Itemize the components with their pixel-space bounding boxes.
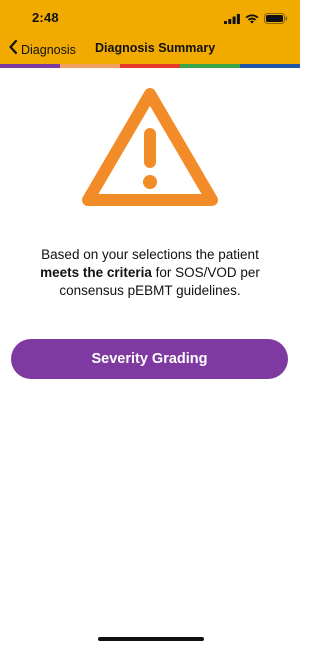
- warning-triangle-icon: [80, 86, 220, 208]
- battery-icon: [264, 11, 288, 29]
- color-strip-segment: [180, 64, 240, 68]
- back-button[interactable]: Diagnosis: [8, 39, 76, 60]
- message-emphasis: meets the criteria: [40, 265, 152, 280]
- color-strip-segment: [120, 64, 180, 68]
- header: 2:48 Diagnosis Diagnosis Summary: [0, 0, 300, 64]
- severity-grading-button[interactable]: Severity Grading: [11, 339, 288, 379]
- status-icons: [224, 11, 288, 29]
- wifi-icon: [245, 11, 259, 29]
- status-bar: 2:48: [0, 0, 300, 34]
- home-indicator[interactable]: [98, 637, 204, 641]
- status-time: 2:48: [32, 10, 59, 25]
- page-title: Diagnosis Summary: [95, 41, 216, 55]
- cellular-signal-icon: [224, 11, 240, 29]
- nav-bar: Diagnosis Diagnosis Summary: [0, 34, 300, 64]
- color-strip-segment: [60, 64, 120, 68]
- diagnosis-message: Based on your selections the patient mee…: [20, 246, 280, 300]
- color-strip-segment: [240, 64, 300, 68]
- color-strip-segment: [0, 64, 60, 68]
- color-strip: [0, 64, 300, 68]
- chevron-left-icon: [8, 39, 18, 60]
- message-text: Based on your selections the patient: [41, 247, 259, 262]
- back-button-label: Diagnosis: [21, 42, 76, 57]
